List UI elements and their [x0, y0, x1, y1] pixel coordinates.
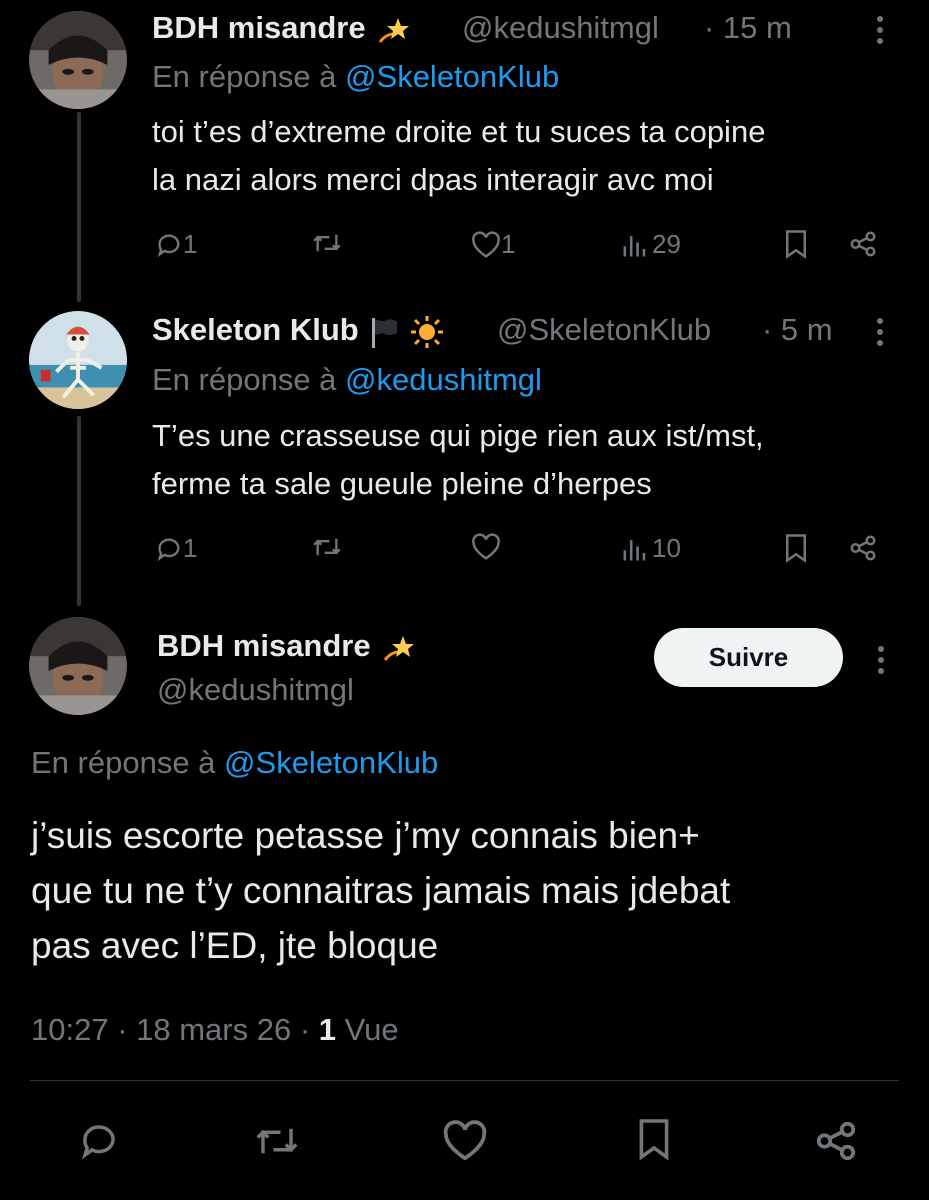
- share-icon: [850, 535, 876, 561]
- dizzy-emoji-icon: [384, 635, 415, 661]
- tweet-text: T’es une crasseuse qui pige rien aux ist…: [152, 412, 912, 508]
- bookmark-icon: [786, 230, 806, 259]
- views-button[interactable]: 29: [622, 229, 681, 260]
- black-flag-icon: [372, 317, 398, 348]
- author-name-text: BDH misandre: [157, 628, 371, 663]
- reply-icon: [157, 538, 180, 561]
- more-options-icon[interactable]: [876, 16, 884, 49]
- thread-line: [77, 112, 81, 302]
- tweet-text-line: j’suis escorte petasse j’my connais bien…: [31, 815, 700, 856]
- follow-button[interactable]: Suivre: [654, 628, 843, 687]
- retweet-button[interactable]: [311, 533, 343, 561]
- like-button[interactable]: [442, 1120, 488, 1162]
- avatar-image: [29, 11, 127, 109]
- bookmark-icon: [786, 534, 806, 563]
- share-icon: [850, 231, 876, 257]
- author-name-text: BDH misandre: [152, 10, 366, 45]
- author-handle[interactable]: @kedushitmgl: [462, 10, 659, 46]
- author-name[interactable]: BDH misandre: [157, 628, 415, 666]
- tweet-text-line: la nazi alors merci dpas interagir avc m…: [152, 162, 714, 197]
- tweet-date: · 18 mars 26 ·: [117, 1012, 311, 1047]
- avatar[interactable]: [29, 311, 127, 409]
- reply-prefix: En réponse à: [152, 59, 337, 94]
- author-name[interactable]: BDH misandre: [152, 10, 410, 48]
- tweet-time[interactable]: 10:27: [31, 1012, 109, 1047]
- tweet-metadata: 10:27 · 18 mars 26 · 1 Vue: [31, 1012, 399, 1048]
- reply-context: En réponse à @SkeletonKlub: [31, 745, 438, 781]
- author-name[interactable]: Skeleton Klub: [152, 312, 444, 349]
- tweet-text: toi t’es d’extreme droite et tu suces ta…: [152, 108, 912, 204]
- heart-icon: [472, 533, 500, 560]
- tweet-text-line: T’es une crasseuse qui pige rien aux ist…: [152, 418, 764, 453]
- views-icon: [623, 539, 646, 560]
- reply-handle-link[interactable]: @SkeletonKlub: [224, 745, 438, 780]
- bookmark-button[interactable]: [783, 229, 809, 259]
- views-icon: [623, 235, 646, 256]
- author-name-text: Skeleton Klub: [152, 312, 359, 347]
- retweet-button[interactable]: [311, 229, 343, 257]
- view-count: 29: [652, 229, 681, 259]
- tweet-text-line: ferme ta sale gueule pleine d’herpes: [152, 466, 652, 501]
- tweet-text-line: toi t’es d’extreme droite et tu suces ta…: [152, 114, 766, 149]
- share-button[interactable]: [813, 1118, 859, 1164]
- retweet-icon: [256, 1128, 298, 1154]
- retweet-button[interactable]: [253, 1120, 301, 1162]
- author-handle[interactable]: @SkeletonKlub: [497, 312, 711, 348]
- tweet-text-line: que tu ne t’y connaitras jamais mais jde…: [31, 870, 731, 911]
- reply-count: 1: [183, 229, 198, 259]
- views-button[interactable]: 10: [622, 533, 681, 564]
- reply-handle-link[interactable]: @kedushitmgl: [345, 362, 542, 397]
- reply-icon: [157, 234, 180, 257]
- like-count: 1: [501, 229, 516, 259]
- retweet-icon: [313, 234, 341, 252]
- reply-button[interactable]: [77, 1120, 121, 1162]
- avatar[interactable]: [29, 617, 127, 715]
- reply-context: En réponse à @SkeletonKlub: [152, 59, 559, 95]
- like-button[interactable]: [471, 533, 501, 561]
- thread-line: [77, 416, 81, 606]
- bookmark-icon: [639, 1119, 669, 1161]
- avatar-image: [29, 311, 127, 409]
- avatar-image: [29, 617, 127, 715]
- reply-icon: [81, 1125, 115, 1160]
- dizzy-emoji-icon: [379, 17, 410, 43]
- view-count: 10: [652, 533, 681, 563]
- reply-prefix: En réponse à: [152, 362, 337, 397]
- timestamp[interactable]: · 15 m: [704, 10, 792, 46]
- bookmark-button[interactable]: [783, 533, 809, 563]
- tweet-text: j’suis escorte petasse j’my connais bien…: [31, 808, 911, 973]
- tweet-view-count: 1: [318, 1012, 337, 1047]
- reply-button[interactable]: 1: [155, 533, 197, 564]
- author-handle[interactable]: @kedushitmgl: [157, 672, 354, 708]
- reply-prefix: En réponse à: [31, 745, 216, 780]
- retweet-icon: [313, 538, 341, 556]
- reply-context: En réponse à @kedushitmgl: [152, 362, 542, 398]
- reply-button[interactable]: 1: [155, 229, 197, 260]
- bookmark-button[interactable]: [636, 1116, 672, 1162]
- share-icon: [816, 1121, 856, 1161]
- more-options-icon[interactable]: [876, 318, 884, 351]
- share-button[interactable]: [848, 229, 878, 259]
- timestamp[interactable]: · 5 m: [762, 312, 833, 348]
- tweet-view-label: Vue: [344, 1012, 399, 1047]
- heart-icon: [472, 230, 500, 258]
- share-button[interactable]: [848, 533, 878, 563]
- more-options-icon[interactable]: [877, 646, 885, 679]
- like-button[interactable]: 1: [471, 229, 515, 260]
- sun-icon: [410, 315, 443, 348]
- tweet-text-line: pas avec l’ED, jte bloque: [31, 925, 439, 966]
- reply-count: 1: [183, 533, 198, 563]
- avatar[interactable]: [29, 11, 127, 109]
- divider: [30, 1080, 899, 1081]
- heart-icon: [443, 1120, 487, 1161]
- reply-handle-link[interactable]: @SkeletonKlub: [345, 59, 559, 94]
